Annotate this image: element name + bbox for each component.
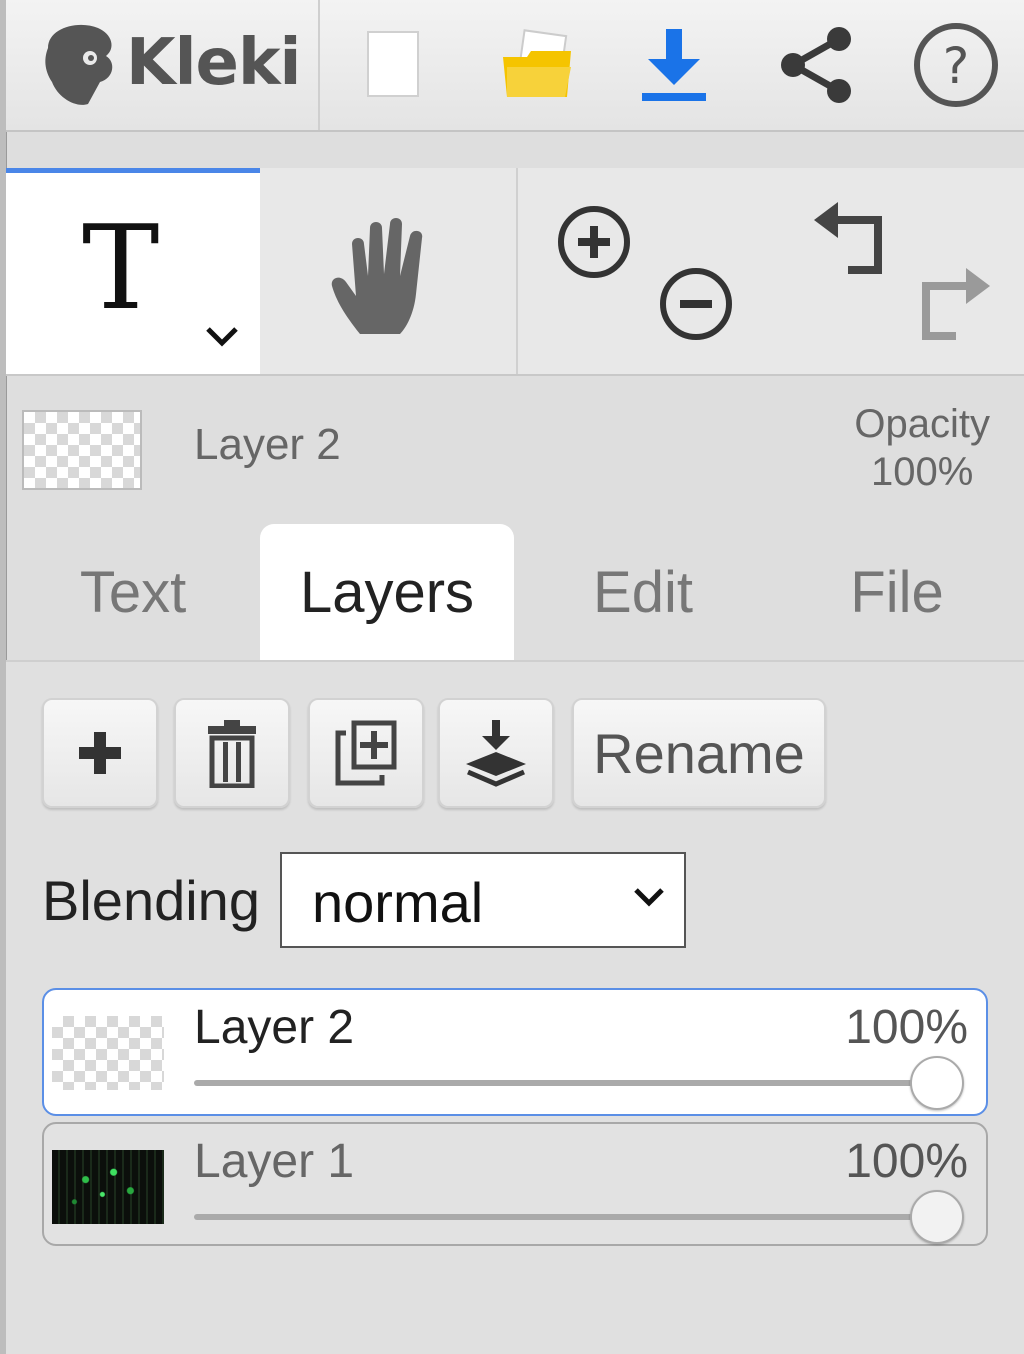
share-icon	[781, 27, 851, 103]
layer-thumbnail	[52, 1016, 164, 1090]
kleki-logo-icon	[45, 24, 113, 105]
trash-icon	[208, 720, 256, 788]
current-layer-info: Layer 2 Opacity 100%	[6, 376, 1024, 518]
redo-icon[interactable]	[916, 264, 996, 344]
tab-bar: Text Layers Edit File	[6, 524, 1024, 663]
layer-opacity-value: 100%	[845, 1001, 968, 1054]
rename-layer-button[interactable]: Rename	[572, 698, 826, 808]
layer-opacity-slider-track[interactable]	[194, 1080, 940, 1086]
help-icon: ?	[914, 23, 998, 107]
current-layer-name: Layer 2	[194, 420, 341, 469]
blending-value: normal	[312, 871, 484, 934]
logo[interactable]: Kleki	[6, 0, 320, 130]
merge-down-icon	[466, 720, 526, 787]
layers-panel: Rename Blending normal Layer 2 100% Laye…	[6, 662, 1024, 1354]
download-button[interactable]	[632, 20, 716, 110]
tab-text[interactable]: Text	[6, 524, 260, 660]
delete-layer-button[interactable]	[174, 698, 290, 808]
open-folder-icon	[503, 29, 571, 97]
hand-icon	[331, 218, 423, 334]
current-layer-opacity: Opacity 100%	[854, 400, 990, 496]
share-button[interactable]	[774, 20, 858, 110]
zoom-controls	[518, 168, 768, 374]
zoom-in-icon[interactable]	[554, 202, 634, 282]
tools-row: T	[6, 168, 1024, 376]
new-image-icon	[367, 31, 419, 97]
tab-edit[interactable]: Edit	[516, 524, 770, 660]
blending-select[interactable]: normal	[280, 852, 686, 948]
layer-name: Layer 2	[194, 1001, 355, 1054]
text-tool-icon: T	[82, 201, 160, 336]
layer-opacity-slider-handle[interactable]	[910, 1056, 964, 1110]
help-button[interactable]: ?	[910, 20, 1002, 110]
layer-item-layer-1[interactable]: Layer 1 100%	[42, 1122, 988, 1246]
chevron-down-icon[interactable]	[204, 323, 240, 349]
history-controls	[768, 168, 1024, 374]
duplicate-icon	[335, 720, 397, 786]
app-name: Kleki	[126, 26, 301, 100]
text-tool-button[interactable]: T	[6, 168, 260, 374]
chevron-down-icon	[634, 888, 664, 907]
new-image-button[interactable]	[352, 20, 432, 110]
hand-tool-button[interactable]	[260, 168, 518, 374]
layer-thumbnail	[52, 1150, 164, 1224]
open-button[interactable]	[492, 20, 582, 110]
tab-layers[interactable]: Layers	[260, 524, 514, 660]
layer-item-layer-2[interactable]: Layer 2 100%	[42, 988, 988, 1116]
download-icon	[642, 29, 706, 101]
layer-name: Layer 1	[194, 1135, 355, 1188]
top-toolbar: Kleki ?	[6, 0, 1024, 132]
svg-text:?: ?	[943, 37, 970, 95]
add-layer-button[interactable]	[42, 698, 158, 808]
blending-label: Blending	[42, 869, 260, 932]
duplicate-layer-button[interactable]	[308, 698, 424, 808]
layer-opacity-slider-track[interactable]	[194, 1214, 940, 1220]
current-layer-thumbnail	[22, 410, 142, 490]
merge-down-button[interactable]	[438, 698, 554, 808]
plus-icon	[79, 732, 121, 774]
zoom-out-icon[interactable]	[656, 264, 736, 344]
tab-file[interactable]: File	[770, 524, 1024, 660]
opacity-label: Opacity	[854, 402, 990, 446]
opacity-value: 100%	[871, 450, 974, 494]
layer-opacity-slider-handle[interactable]	[910, 1190, 964, 1244]
undo-icon[interactable]	[808, 198, 888, 278]
rename-label: Rename	[593, 721, 805, 785]
layer-opacity-value: 100%	[845, 1135, 968, 1188]
